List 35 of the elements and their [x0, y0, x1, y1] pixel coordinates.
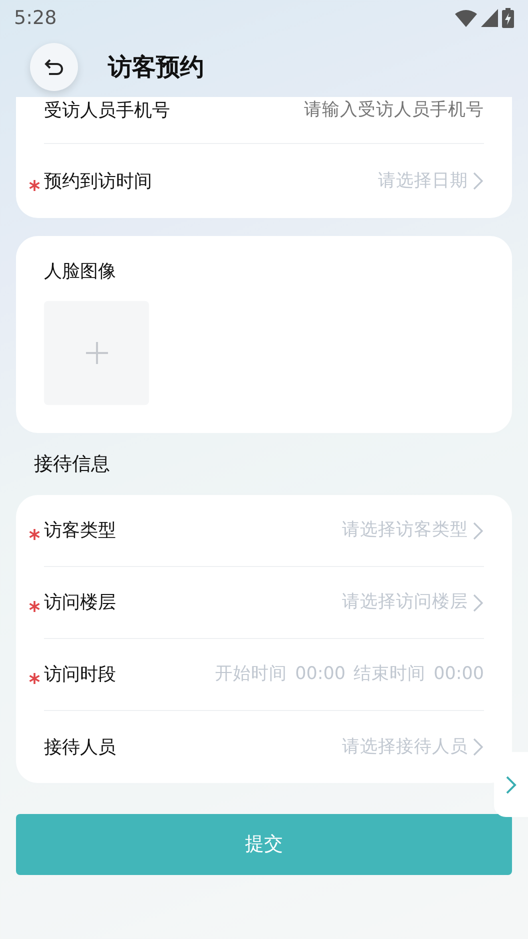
chevron-right-icon [472, 520, 484, 540]
phone-input[interactable]: 请输入受访人员手机号 [254, 97, 484, 124]
plus-icon [86, 342, 108, 364]
chevron-right-icon [472, 592, 484, 612]
select-field[interactable]: 请选择访客类型 [342, 517, 484, 544]
page-title: 访客预约 [108, 52, 204, 82]
field-label: 预约到访时间 [44, 170, 152, 194]
submit-button[interactable]: 提交 [16, 814, 512, 875]
end-time-field[interactable]: 00:00 [434, 661, 484, 688]
select-field[interactable]: 请选择访问楼层 [342, 589, 484, 616]
field-label: 访问时段 [44, 663, 116, 687]
start-time-label: 开始时间 [215, 663, 288, 686]
required-icon [29, 601, 40, 612]
chevron-right-icon [472, 171, 484, 191]
required-icon [29, 529, 40, 540]
start-time-field[interactable]: 00:00 [295, 661, 346, 688]
field-label: 受访人员手机号 [44, 99, 170, 123]
field-label: 访客类型 [44, 519, 116, 543]
section-title: 接待信息 [34, 452, 110, 477]
required-icon [29, 673, 40, 684]
back-button[interactable] [30, 42, 78, 90]
status-time: 5:28 [14, 6, 57, 31]
field-label: 人脸图像 [44, 260, 117, 284]
select-field[interactable]: 请选择接待人员 [342, 734, 484, 760]
chevron-right-icon [505, 774, 517, 794]
end-time-label: 结束时间 [354, 663, 426, 686]
field-label: 接待人员 [44, 736, 116, 760]
field-label: 访问楼层 [44, 591, 116, 615]
select-field[interactable]: 请选择日期 [378, 168, 484, 194]
signal-icon [481, 9, 498, 27]
required-icon [29, 180, 40, 190]
wifi-icon [455, 9, 477, 27]
battery-icon [502, 8, 514, 28]
chevron-right-icon [472, 737, 484, 757]
back-icon [44, 58, 64, 74]
